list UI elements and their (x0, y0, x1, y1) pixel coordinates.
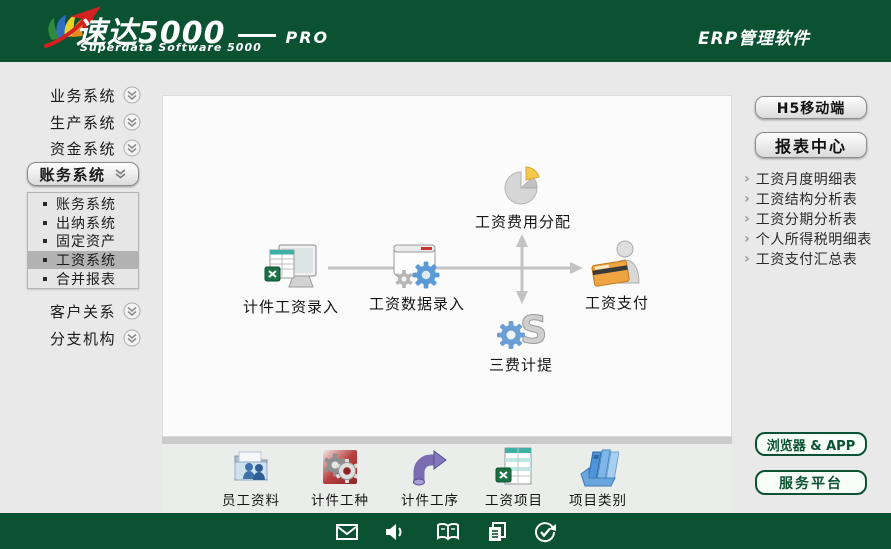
pie-chart-icon (504, 166, 540, 205)
chevron-down-circle-icon (123, 329, 141, 347)
h5-mobile-button[interactable]: H5移动端 (755, 96, 867, 119)
chevron-down-circle-icon (123, 302, 141, 320)
form-gears-icon (393, 244, 440, 289)
workflow-node-salary-payment[interactable]: 工资支付 (557, 239, 677, 313)
gear-money-icon: S (497, 308, 546, 351)
chevron-right-icon: › (744, 171, 750, 187)
bullet-icon (43, 220, 47, 225)
report-link-monthly-detail[interactable]: › 工资月度明细表 (744, 169, 890, 189)
bullet-icon (43, 202, 47, 207)
app-window: 速达5000 PRO Superdata Software 5000 ERP管理软… (0, 0, 891, 549)
erp-tagline: ERP管理软件 (698, 29, 811, 49)
process-pipe-icon (413, 450, 447, 486)
tool-piecework-type[interactable]: 计件工种 (297, 446, 383, 509)
tool-piecework-process[interactable]: 计件工序 (387, 446, 473, 509)
sidebar-item-accounting-expanded[interactable]: 账务系统 (27, 162, 139, 186)
header: 速达5000 PRO Superdata Software 5000 ERP管理软… (0, 0, 891, 62)
chevron-down-circle-icon (123, 113, 141, 131)
report-link-income-tax-detail[interactable]: › 个人所得税明细表 (744, 229, 890, 249)
chevron-right-icon: › (744, 211, 750, 227)
service-platform-button[interactable]: 服务平台 (755, 470, 867, 495)
sidebar-submenu: 账务系统 出纳系统 固定资产 工资系统 合并报表 (27, 192, 139, 289)
chevron-right-icon: › (744, 191, 750, 207)
workflow-node-three-fee-accrual[interactable]: S 三费计提 (461, 305, 581, 375)
salary-sheet-icon (495, 447, 532, 485)
help-book-icon[interactable] (433, 517, 463, 547)
chevron-down-circle-icon (123, 139, 141, 157)
report-link-payment-summary[interactable]: › 工资支付汇总表 (744, 249, 890, 269)
submenu-item-cashier[interactable]: 出纳系统 (28, 214, 138, 233)
product-edition: PRO (285, 28, 330, 47)
product-subtitle: Superdata Software 5000 (80, 41, 262, 54)
tool-salary-items[interactable]: 工资项目 (471, 446, 557, 509)
bullet-icon (43, 258, 47, 263)
excel-monitor-icon (264, 244, 317, 288)
statusbar (0, 513, 891, 549)
submenu-item-salary-active[interactable]: 工资系统 (28, 250, 138, 270)
report-center-button[interactable]: 报表中心 (755, 132, 867, 158)
horizontal-separator (162, 437, 732, 444)
card-person-icon (591, 240, 640, 287)
workflow-node-piecework-salary-entry[interactable]: 计件工资录入 (231, 243, 351, 317)
report-link-period-analysis[interactable]: › 工资分期分析表 (744, 209, 890, 229)
bullet-icon (43, 276, 47, 281)
submenu-item-fixed-assets[interactable]: 固定资产 (28, 232, 138, 251)
chevron-right-icon: › (744, 231, 750, 247)
sidebar-item-business[interactable]: 业务系统 (50, 85, 141, 105)
report-link-structure-analysis[interactable]: › 工资结构分析表 (744, 189, 890, 209)
sidebar-item-capital[interactable]: 资金系统 (50, 138, 141, 158)
workflow-node-salary-data-entry[interactable]: 工资数据录入 (357, 242, 477, 314)
tool-project-category[interactable]: 项目类别 (555, 446, 641, 509)
browser-app-button[interactable]: 浏览器 & APP (755, 432, 867, 456)
task-check-icon[interactable] (531, 517, 561, 547)
sound-icon[interactable] (380, 517, 410, 547)
copy-icon[interactable] (482, 517, 512, 547)
sidebar-item-branches[interactable]: 分支机构 (50, 328, 141, 348)
chevron-right-icon: › (744, 251, 750, 267)
chevron-down-circle-icon (123, 86, 141, 104)
workflow-canvas: 计件工资录入 工资数据录入 工资支付 工资费用分配 S 三费计提 (162, 95, 732, 437)
mail-icon[interactable] (332, 517, 362, 547)
logo-dash (237, 33, 276, 37)
workflow-node-salary-expense-allocation[interactable]: 工资费用分配 (463, 164, 583, 232)
report-links: › 工资月度明细表 › 工资结构分析表 › 工资分期分析表 › 个人所得税明细表… (744, 169, 890, 269)
sidebar-item-production[interactable]: 生产系统 (50, 112, 141, 132)
work-type-gears-icon (323, 450, 359, 484)
quick-tools-strip: 员工资料 计件工种 计件工序 工资项目 项目类别 (162, 444, 732, 512)
bullet-icon (43, 239, 47, 244)
tool-employee-data[interactable]: 员工资料 (208, 446, 294, 509)
employee-folder-icon (234, 451, 268, 481)
submenu-item-consolidated-report[interactable]: 合并报表 (28, 269, 138, 288)
category-books-icon (580, 449, 619, 487)
chevron-down-icon (114, 165, 127, 184)
svg-text:S: S (520, 308, 546, 351)
sidebar-item-crm[interactable]: 客户关系 (50, 301, 141, 321)
submenu-item-accounting[interactable]: 账务系统 (28, 195, 138, 214)
